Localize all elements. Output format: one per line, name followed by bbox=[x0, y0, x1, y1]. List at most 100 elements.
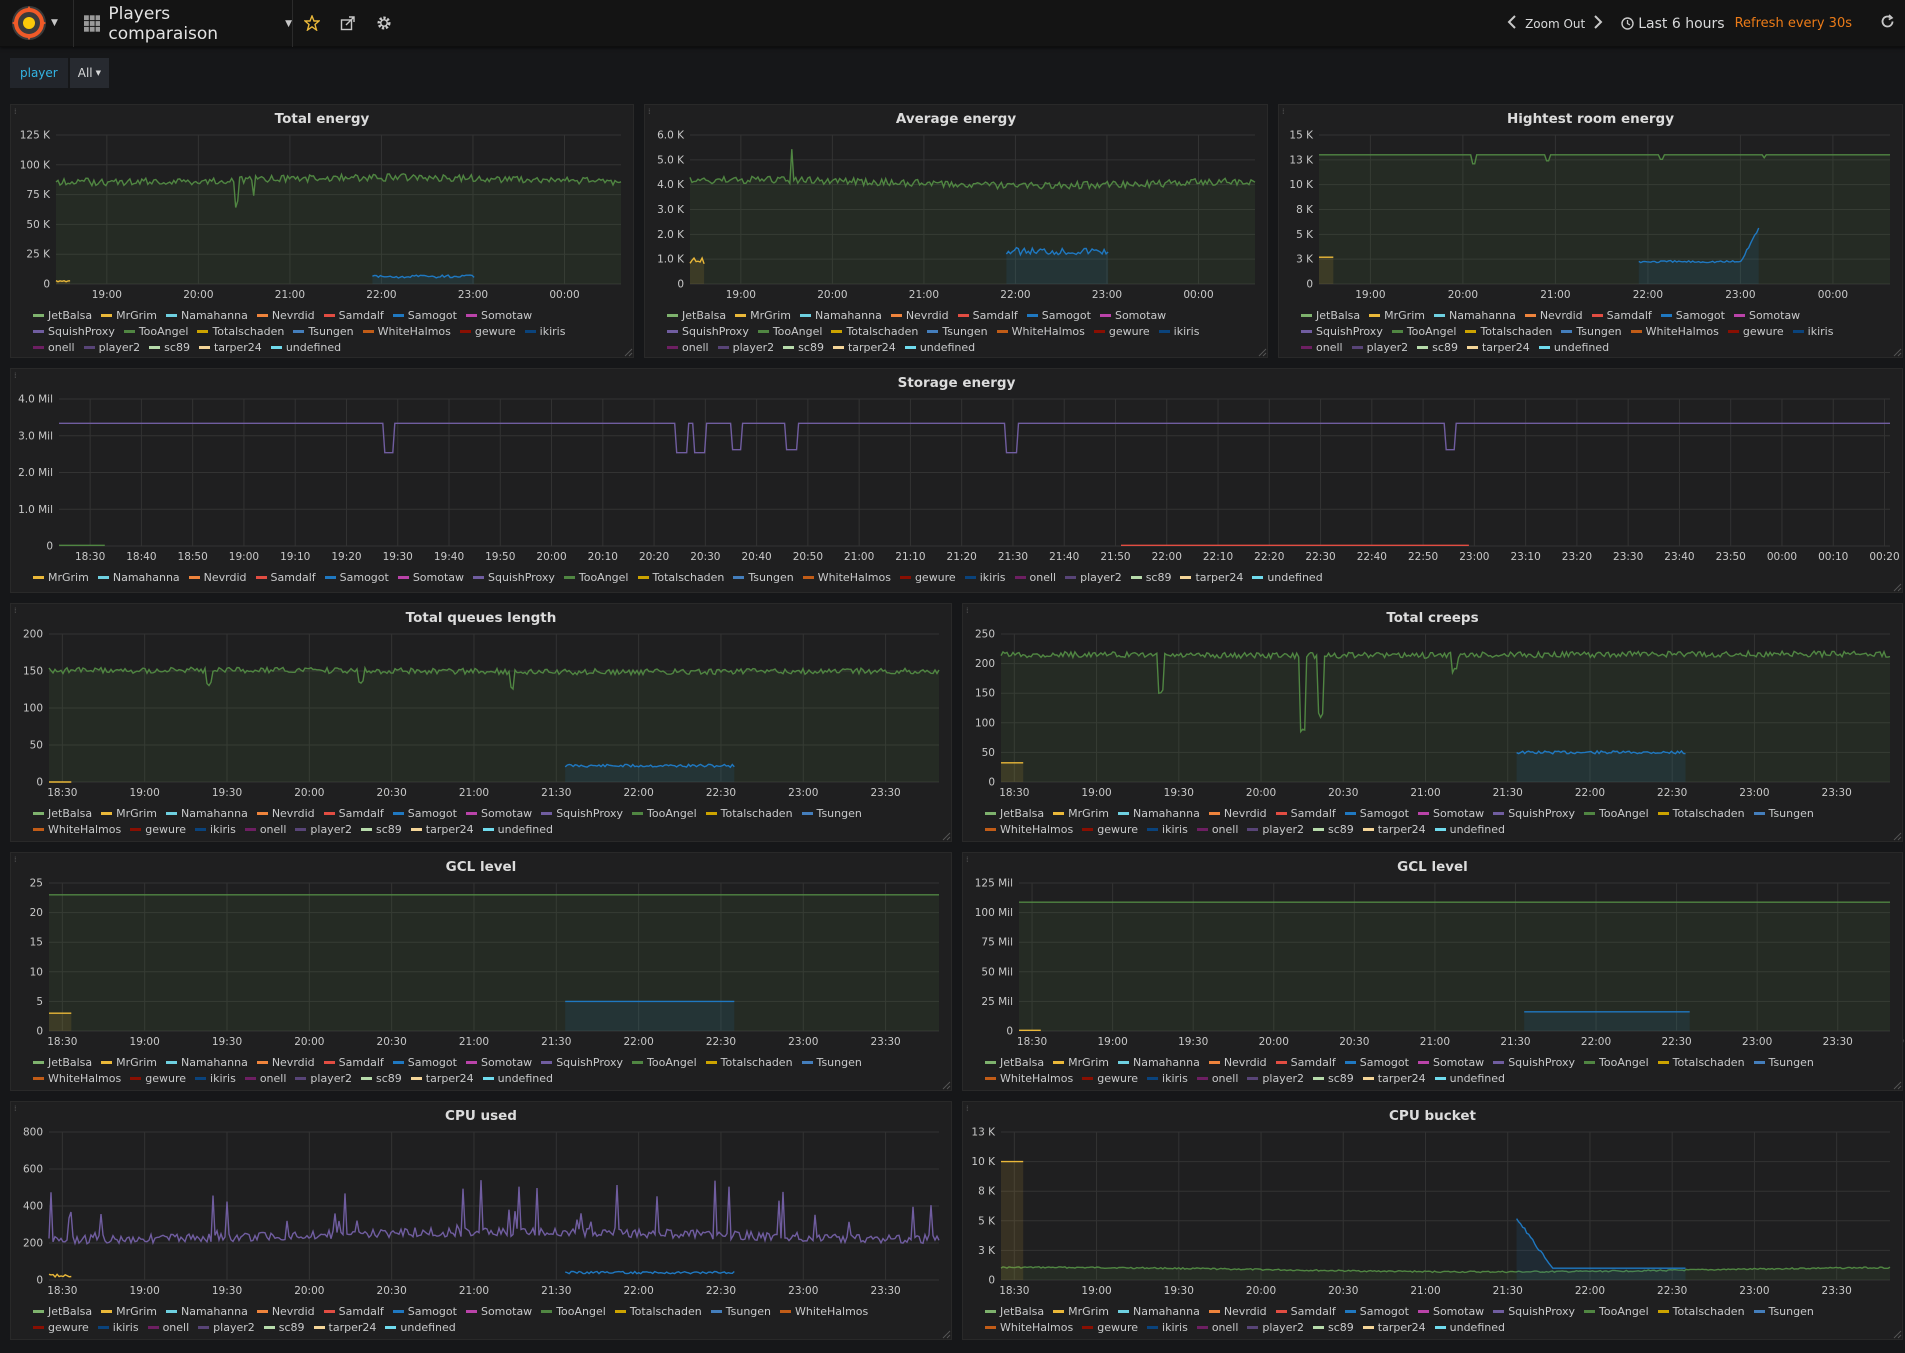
legend-label[interactable]: onell bbox=[48, 341, 75, 354]
legend-item[interactable]: MrGrim bbox=[1053, 806, 1109, 822]
legend-label[interactable]: ikiris bbox=[1162, 1072, 1188, 1085]
legend-label[interactable]: Samogot bbox=[408, 1056, 457, 1069]
legend-label[interactable]: player2 bbox=[310, 823, 352, 836]
legend-label[interactable]: Nevrdid bbox=[272, 807, 315, 820]
legend-item[interactable]: SquishProxy bbox=[541, 1055, 623, 1071]
legend-label[interactable]: Somotaw bbox=[481, 807, 532, 820]
legend-item[interactable]: undefined bbox=[1252, 570, 1323, 586]
legend-item[interactable]: WhiteHalmos bbox=[802, 570, 891, 586]
legend-item[interactable]: Tsungen bbox=[801, 1055, 862, 1071]
legend-label[interactable]: undefined bbox=[1450, 823, 1505, 836]
legend-label[interactable]: TooAngel bbox=[1599, 1056, 1649, 1069]
legend-item[interactable]: sc89 bbox=[1312, 822, 1354, 838]
legend-label[interactable]: sc89 bbox=[376, 823, 402, 836]
legend-item[interactable]: undefined bbox=[270, 340, 341, 356]
legend-label[interactable]: Samdalf bbox=[973, 309, 1018, 322]
legend-label[interactable]: Tsungen bbox=[726, 1305, 771, 1318]
legend-label[interactable]: Namahanna bbox=[113, 571, 180, 584]
legend-label[interactable]: Samogot bbox=[1676, 309, 1725, 322]
legend-label[interactable]: undefined bbox=[1267, 571, 1322, 584]
legend-item[interactable]: tarper24 bbox=[1466, 340, 1530, 356]
legend-item[interactable]: Nevrdid bbox=[256, 308, 315, 324]
legend-label[interactable]: SquishProxy bbox=[48, 325, 115, 338]
legend-label[interactable]: tarper24 bbox=[1482, 341, 1530, 354]
refresh-icon[interactable] bbox=[1880, 14, 1895, 33]
legend-item[interactable]: Tsungen bbox=[1753, 1304, 1814, 1320]
legend-label[interactable]: gewure bbox=[1097, 1072, 1138, 1085]
legend-item[interactable]: player2 bbox=[1247, 822, 1304, 838]
panel-cpu-used[interactable]: ⁞ CPU used 800 600 400 200 0 18:30 19:00 19:30 20:… bbox=[10, 1101, 953, 1340]
legend-label[interactable]: Totalschaden bbox=[630, 1305, 702, 1318]
legend-label[interactable]: Somotaw bbox=[1433, 1305, 1484, 1318]
legend-item[interactable]: onell bbox=[1196, 1071, 1238, 1087]
legend-label[interactable]: onell bbox=[260, 823, 287, 836]
legend-item[interactable]: gewure bbox=[1093, 324, 1150, 340]
legend-item[interactable]: Somotaw bbox=[397, 570, 464, 586]
legend-label[interactable]: Samogot bbox=[1360, 1305, 1409, 1318]
legend-label[interactable]: MrGrim bbox=[116, 309, 157, 322]
legend-item[interactable]: WhiteHalmos bbox=[985, 1320, 1073, 1336]
legend-label[interactable]: Totalschaden bbox=[1673, 807, 1745, 820]
legend-item[interactable]: Somotaw bbox=[1417, 806, 1484, 822]
legend-label[interactable]: TooAngel bbox=[556, 1305, 606, 1318]
panel-total-creeps[interactable]: ⁞ Total creeps 250 200 150 100 50 0 18:30 19:00 19… bbox=[962, 603, 1904, 842]
legend-label[interactable]: MrGrim bbox=[48, 571, 89, 584]
legend-item[interactable]: JetBalsa bbox=[985, 806, 1044, 822]
legend-item[interactable]: Totalschaden bbox=[614, 1304, 702, 1320]
legend-item[interactable]: player2 bbox=[1351, 340, 1408, 356]
legend-label[interactable]: WhiteHalmos bbox=[48, 823, 121, 836]
legend-item[interactable]: TooAngel bbox=[1391, 324, 1456, 340]
legend-item[interactable]: Nevrdid bbox=[188, 570, 247, 586]
legend-label[interactable]: TooAngel bbox=[647, 1056, 697, 1069]
legend-item[interactable]: TooAngel bbox=[632, 1055, 697, 1071]
legend-label[interactable]: Totalschaden bbox=[1480, 325, 1552, 338]
legend-label[interactable]: Nevrdid bbox=[1224, 1305, 1267, 1318]
legend-item[interactable]: Totalschaden bbox=[705, 806, 793, 822]
legend-label[interactable]: Samogot bbox=[340, 571, 389, 584]
legend-label[interactable]: gewure bbox=[1743, 325, 1784, 338]
legend-label[interactable]: WhiteHalmos bbox=[1012, 325, 1085, 338]
legend-label[interactable]: onell bbox=[1212, 1321, 1239, 1334]
legend-label[interactable]: Somotaw bbox=[1433, 1056, 1484, 1069]
panel-gcl-level-2[interactable]: ⁞ GCL level 125 Mil 100 Mil 75 Mil 50 Mil 25 M… bbox=[962, 852, 1904, 1091]
legend-label[interactable]: gewure bbox=[48, 1321, 89, 1334]
panel-resize-handle-icon[interactable] bbox=[624, 348, 633, 357]
legend-label[interactable]: Samdalf bbox=[1291, 807, 1336, 820]
legend-label[interactable]: Totalschaden bbox=[653, 571, 725, 584]
legend-label[interactable]: undefined bbox=[498, 823, 553, 836]
legend-label[interactable]: WhiteHalmos bbox=[818, 571, 891, 584]
legend-item[interactable]: Somotaw bbox=[465, 308, 532, 324]
legend-item[interactable]: MrGrim bbox=[1369, 308, 1425, 324]
legend-label[interactable]: ikiris bbox=[1162, 1321, 1188, 1334]
legend-label[interactable]: Somotaw bbox=[413, 571, 464, 584]
legend-item[interactable]: MrGrim bbox=[735, 308, 791, 324]
panel-resize-handle-icon[interactable] bbox=[942, 1330, 951, 1339]
legend-item[interactable]: JetBalsa bbox=[667, 308, 726, 324]
legend-label[interactable]: Samdalf bbox=[339, 807, 384, 820]
legend-item[interactable]: Samdalf bbox=[1275, 1055, 1336, 1071]
legend-label[interactable]: MrGrim bbox=[116, 1056, 157, 1069]
legend-item[interactable]: undefined bbox=[385, 1320, 456, 1336]
legend-label[interactable]: Nevrdid bbox=[272, 1056, 315, 1069]
legend-item[interactable]: sc89 bbox=[1312, 1071, 1354, 1087]
legend-label[interactable]: tarper24 bbox=[1378, 823, 1426, 836]
variable-value[interactable]: All bbox=[78, 66, 93, 80]
legend-label[interactable]: TooAngel bbox=[139, 325, 189, 338]
legend-item[interactable]: JetBalsa bbox=[33, 806, 92, 822]
legend-label[interactable]: JetBalsa bbox=[48, 807, 92, 820]
legend-label[interactable]: Namahanna bbox=[181, 1305, 248, 1318]
legend-item[interactable]: sc89 bbox=[783, 340, 824, 356]
legend-item[interactable]: ikiris bbox=[1158, 324, 1199, 340]
legend-label[interactable]: player2 bbox=[1262, 1321, 1304, 1334]
legend-label[interactable]: JetBalsa bbox=[48, 1056, 92, 1069]
panel-resize-handle-icon[interactable] bbox=[1893, 583, 1902, 592]
legend-item[interactable]: Tsungen bbox=[710, 1304, 771, 1320]
legend-label[interactable]: undefined bbox=[1554, 341, 1609, 354]
legend-item[interactable]: TooAngel bbox=[123, 324, 189, 340]
legend-label[interactable]: tarper24 bbox=[426, 823, 474, 836]
legend-label[interactable]: tarper24 bbox=[329, 1321, 377, 1334]
legend-item[interactable]: Samogot bbox=[1344, 806, 1409, 822]
legend-label[interactable]: undefined bbox=[1450, 1072, 1505, 1085]
legend-item[interactable]: undefined bbox=[1434, 822, 1505, 838]
legend-label[interactable]: sc89 bbox=[1328, 1321, 1354, 1334]
